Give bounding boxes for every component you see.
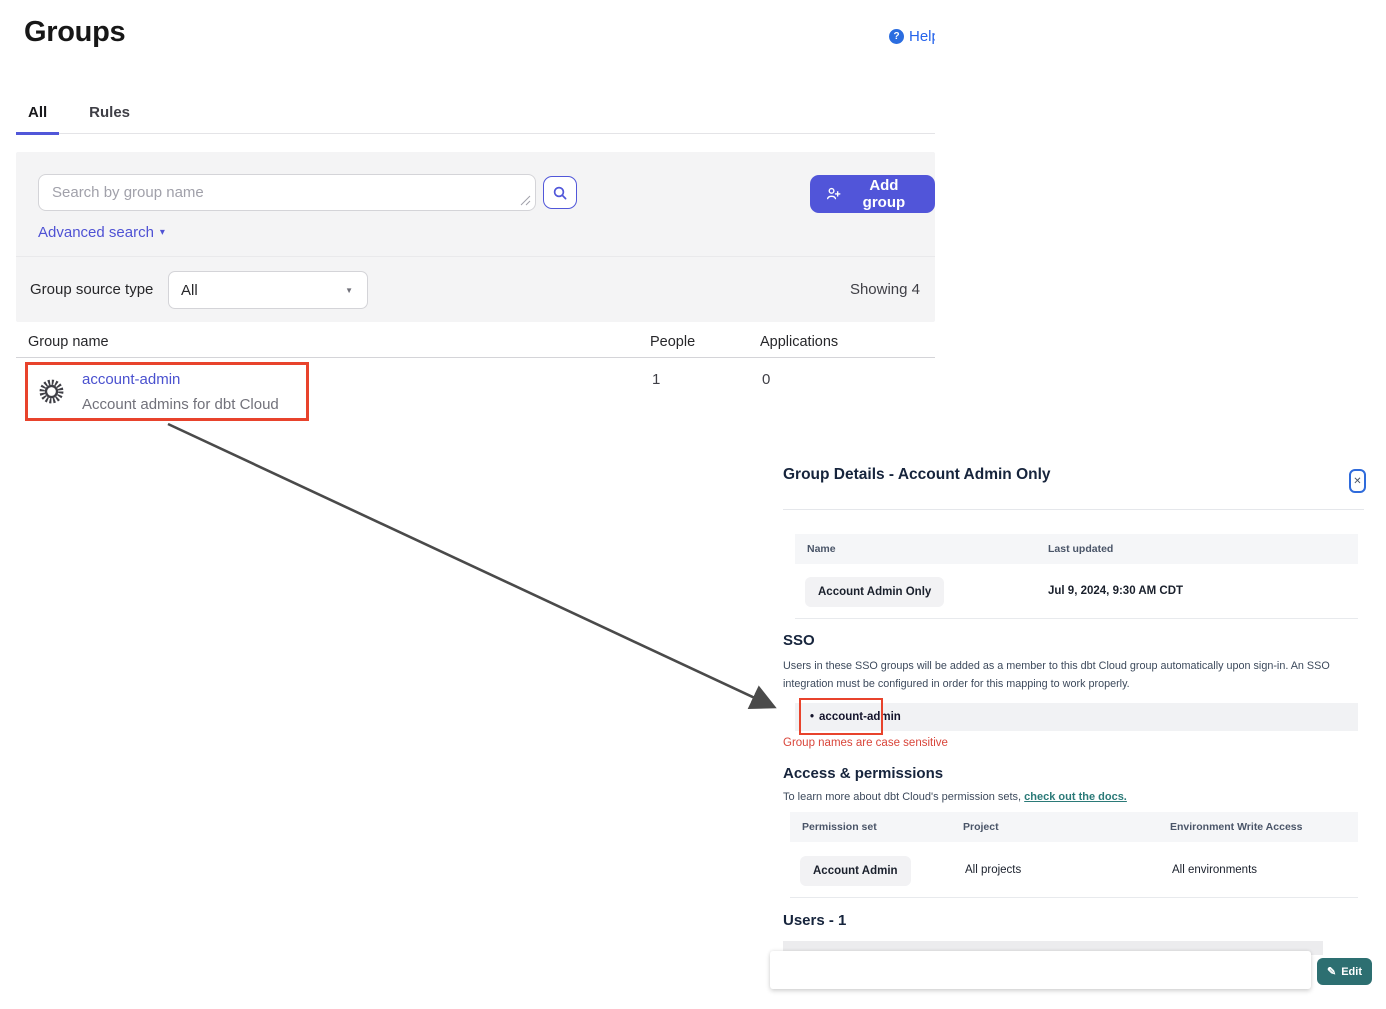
access-description: To learn more about dbt Cloud's permissi… <box>783 791 1127 803</box>
users-heading: Users - 1 <box>783 912 846 929</box>
permission-pill-cell: Account Admin <box>790 861 965 879</box>
red-highlight-box-sso-tag <box>799 698 883 735</box>
advanced-search-link[interactable]: Advanced search ▾ <box>38 224 165 241</box>
applications-count: 0 <box>762 371 770 388</box>
column-header-name: Name <box>795 543 1048 555</box>
close-button[interactable]: ✕ <box>1349 469 1366 493</box>
sso-case-sensitive-warning: Group names are case sensitive <box>783 737 948 749</box>
showing-count: Showing 4 <box>850 281 920 298</box>
selected-option: All <box>181 282 198 299</box>
red-highlight-box-group-row <box>25 362 309 421</box>
search-input[interactable] <box>38 174 536 211</box>
access-permissions-heading: Access & permissions <box>783 765 943 782</box>
edit-label: Edit <box>1341 966 1362 978</box>
tab-rules[interactable]: Rules <box>77 98 142 133</box>
advanced-search-label: Advanced search <box>38 224 154 241</box>
permissions-table-header: Permission set Project Environment Write… <box>790 812 1358 842</box>
close-icon: ✕ <box>1353 476 1361 487</box>
search-input-wrap <box>38 174 536 211</box>
column-header-environment-write-access: Environment Write Access <box>1170 821 1358 833</box>
groups-page: Groups ? Help All Rules <box>0 0 1386 1009</box>
people-count: 1 <box>652 371 660 388</box>
help-link[interactable]: ? Help <box>889 28 935 45</box>
filter-section: Group source type All ▼ Showing 4 <box>16 258 935 322</box>
column-header-group-name[interactable]: Group name <box>28 334 109 350</box>
sso-description: Users in these SSO groups will be added … <box>783 658 1357 694</box>
search-button[interactable] <box>543 176 577 209</box>
details-divider <box>783 509 1364 510</box>
sso-heading: SSO <box>783 632 815 649</box>
tab-bar: All Rules <box>16 98 935 134</box>
group-name-pill: Account Admin Only <box>805 577 944 607</box>
resize-handle-icon[interactable] <box>519 194 531 206</box>
docs-link[interactable]: check out the docs. <box>1024 791 1127 803</box>
add-group-label: Add group <box>849 177 919 211</box>
tab-all[interactable]: All <box>16 98 59 135</box>
permissions-table: Permission set Project Environment Write… <box>790 812 1358 898</box>
last-updated-value: Jul 9, 2024, 9:30 AM CDT <box>1048 585 1183 597</box>
column-header-applications[interactable]: Applications <box>760 334 838 350</box>
access-description-text: To learn more about dbt Cloud's permissi… <box>783 791 1024 803</box>
edit-button[interactable]: ✎ Edit <box>1317 958 1372 985</box>
permissions-table-row: Account Admin All projects All environme… <box>790 842 1358 898</box>
help-label: Help <box>909 28 935 45</box>
page-title: Groups <box>24 16 125 49</box>
search-icon <box>552 185 568 201</box>
column-header-project: Project <box>963 821 1170 833</box>
caret-down-icon: ▾ <box>160 227 165 238</box>
column-header-people[interactable]: People <box>650 334 695 350</box>
environment-value: All environments <box>1172 864 1358 876</box>
group-name-pill-cell: Account Admin Only <box>795 582 1048 600</box>
project-value: All projects <box>965 864 1172 876</box>
search-section: Advanced search ▾ Add group <box>16 152 935 257</box>
name-table-row: Account Admin Only Jul 9, 2024, 9:30 AM … <box>795 564 1358 619</box>
group-source-type-select[interactable]: All ▼ <box>168 271 368 309</box>
add-group-button[interactable]: Add group <box>810 175 935 213</box>
name-table-header: Name Last updated <box>795 534 1358 564</box>
edit-pencil-icon: ✎ <box>1327 965 1336 978</box>
group-source-type-label: Group source type <box>30 281 153 298</box>
column-header-permission-set: Permission set <box>790 821 963 833</box>
select-caret-icon: ▼ <box>345 286 353 295</box>
details-panel-title: Group Details - Account Admin Only <box>783 466 1051 484</box>
table-header-divider <box>16 357 935 358</box>
search-panel: Advanced search ▾ Add group Group source… <box>16 152 935 322</box>
permission-set-pill: Account Admin <box>800 856 911 886</box>
help-icon: ? <box>889 29 904 44</box>
column-header-last-updated: Last updated <box>1048 543 1113 555</box>
details-footer-bar <box>770 951 1311 989</box>
add-user-icon <box>826 186 841 202</box>
group-name-table: Name Last updated Account Admin Only Jul… <box>795 534 1358 619</box>
